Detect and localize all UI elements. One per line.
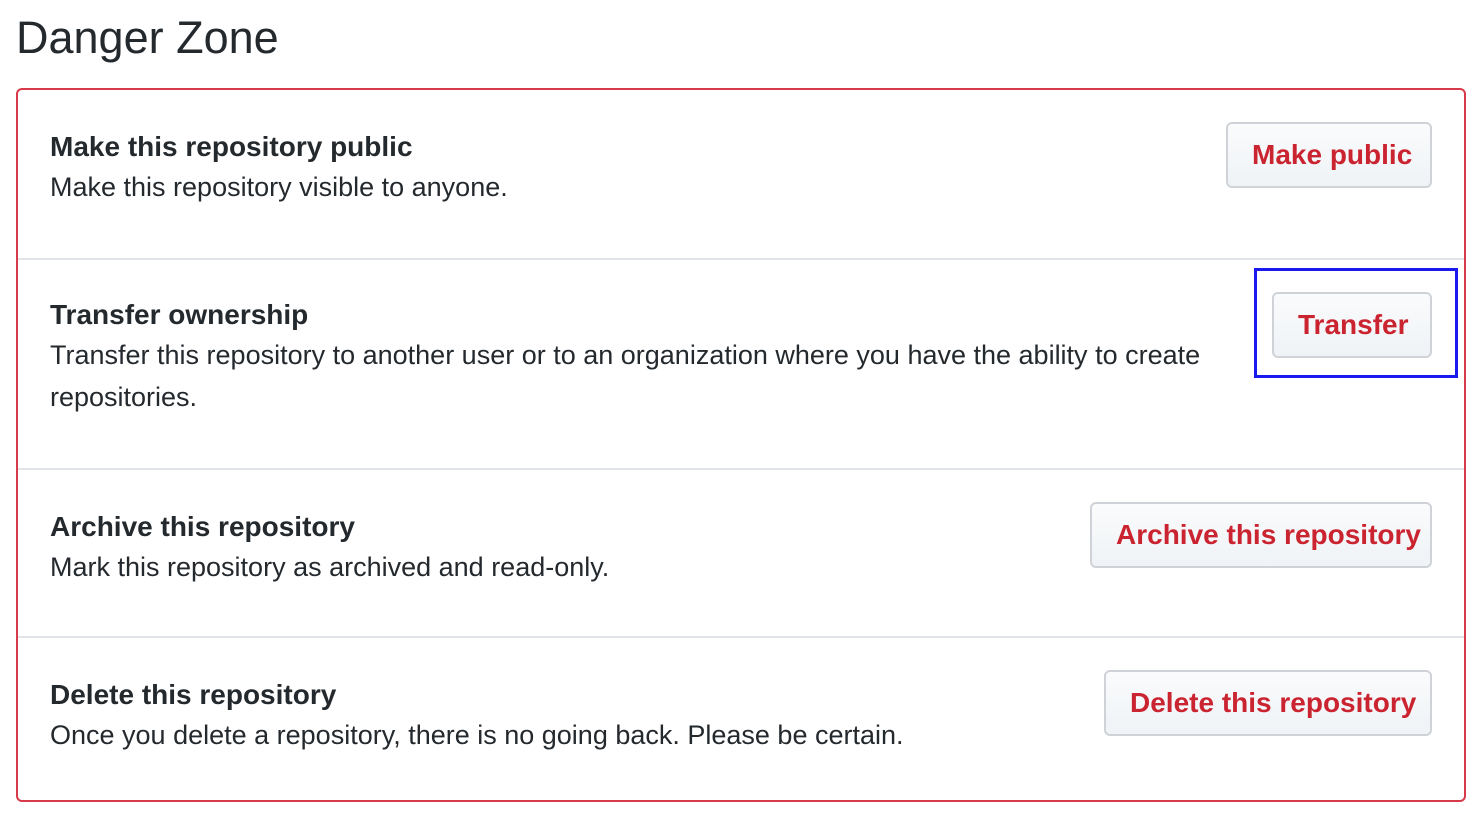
page-title: Danger Zone xyxy=(16,12,279,63)
transfer-button[interactable]: Transfer xyxy=(1272,292,1432,358)
transfer-ownership-title: Transfer ownership xyxy=(50,299,309,330)
delete-description: Once you delete a repository, there is n… xyxy=(50,720,904,750)
archive-title: Archive this repository xyxy=(50,511,355,542)
transfer-ownership-row: Transfer ownership Transfer this reposit… xyxy=(18,258,1464,468)
danger-zone-panel: Make this repository public Make this re… xyxy=(16,88,1466,802)
archive-repository-button[interactable]: Archive this repository xyxy=(1090,502,1432,568)
delete-title: Delete this repository xyxy=(50,679,337,710)
transfer-ownership-description: Transfer this repository to another user… xyxy=(50,340,1201,412)
make-public-description: Make this repository visible to anyone. xyxy=(50,172,508,202)
archive-row: Archive this repository Mark this reposi… xyxy=(18,468,1464,636)
archive-text: Archive this repository Mark this reposi… xyxy=(50,508,1214,588)
archive-description: Mark this repository as archived and rea… xyxy=(50,552,610,582)
delete-repository-button[interactable]: Delete this repository xyxy=(1104,670,1432,736)
make-public-text: Make this repository public Make this re… xyxy=(50,128,1214,208)
make-public-button[interactable]: Make public xyxy=(1226,122,1432,188)
transfer-ownership-text: Transfer ownership Transfer this reposit… xyxy=(50,296,1214,418)
delete-row: Delete this repository Once you delete a… xyxy=(18,636,1464,802)
delete-text: Delete this repository Once you delete a… xyxy=(50,676,1214,756)
make-public-row: Make this repository public Make this re… xyxy=(18,90,1464,258)
make-public-title: Make this repository public xyxy=(50,131,413,162)
